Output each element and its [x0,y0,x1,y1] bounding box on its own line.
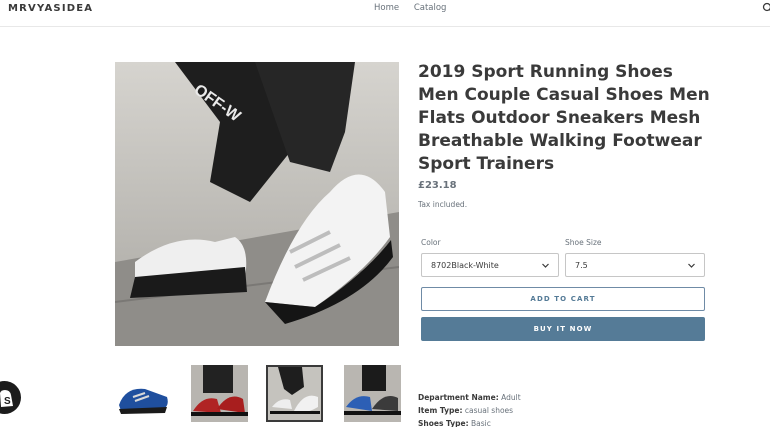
product-title: 2019 Sport Running Shoes Men Couple Casu… [418,62,710,174]
product-thumbnail-4[interactable] [344,365,401,422]
spec-row: Item Type: casual shoes [418,404,521,417]
nav-catalog[interactable]: Catalog [414,3,447,13]
spec-name: Department Name: [418,393,499,402]
color-select[interactable]: 8702Black-White [421,253,559,277]
spec-name: Item Type: [418,406,463,415]
spec-value: casual shoes [464,406,514,415]
chevron-down-icon [542,263,549,268]
product-specs: Department Name: Adult Item Type: casual… [418,391,521,427]
color-select-value: 8702Black-White [431,261,499,270]
product-main-image[interactable]: OFF-W [115,62,399,346]
color-label: Color [421,238,441,247]
spec-row: Department Name: Adult [418,391,521,404]
tax-note: Tax included. [418,200,468,209]
site-header: MRVYASIDEA Home Catalog [0,0,770,27]
chevron-down-icon [688,263,695,268]
search-icon[interactable] [762,2,770,14]
product-thumbnail-1[interactable] [115,365,172,422]
svg-text:S: S [4,396,11,407]
store-logo[interactable]: MRVYASIDEA [8,3,93,14]
spec-row: Shoes Type: Basic [418,417,521,427]
spec-name: Shoes Type: [418,419,469,427]
product-price: £23.18 [418,180,457,191]
size-select[interactable]: 7.5 [565,253,705,277]
main-nav: Home Catalog [374,3,458,13]
product-thumbnail-3[interactable] [266,365,323,422]
size-label: Shoe Size [565,238,602,247]
nav-home[interactable]: Home [374,3,399,13]
product-thumbnail-2[interactable] [191,365,248,422]
spec-value: Adult [501,393,521,402]
add-to-cart-button[interactable]: ADD TO CART [421,287,705,311]
spec-value: Basic [471,419,491,427]
size-select-value: 7.5 [575,261,588,270]
buy-now-button[interactable]: BUY IT NOW [421,317,705,341]
shopify-icon[interactable]: S [0,381,21,414]
